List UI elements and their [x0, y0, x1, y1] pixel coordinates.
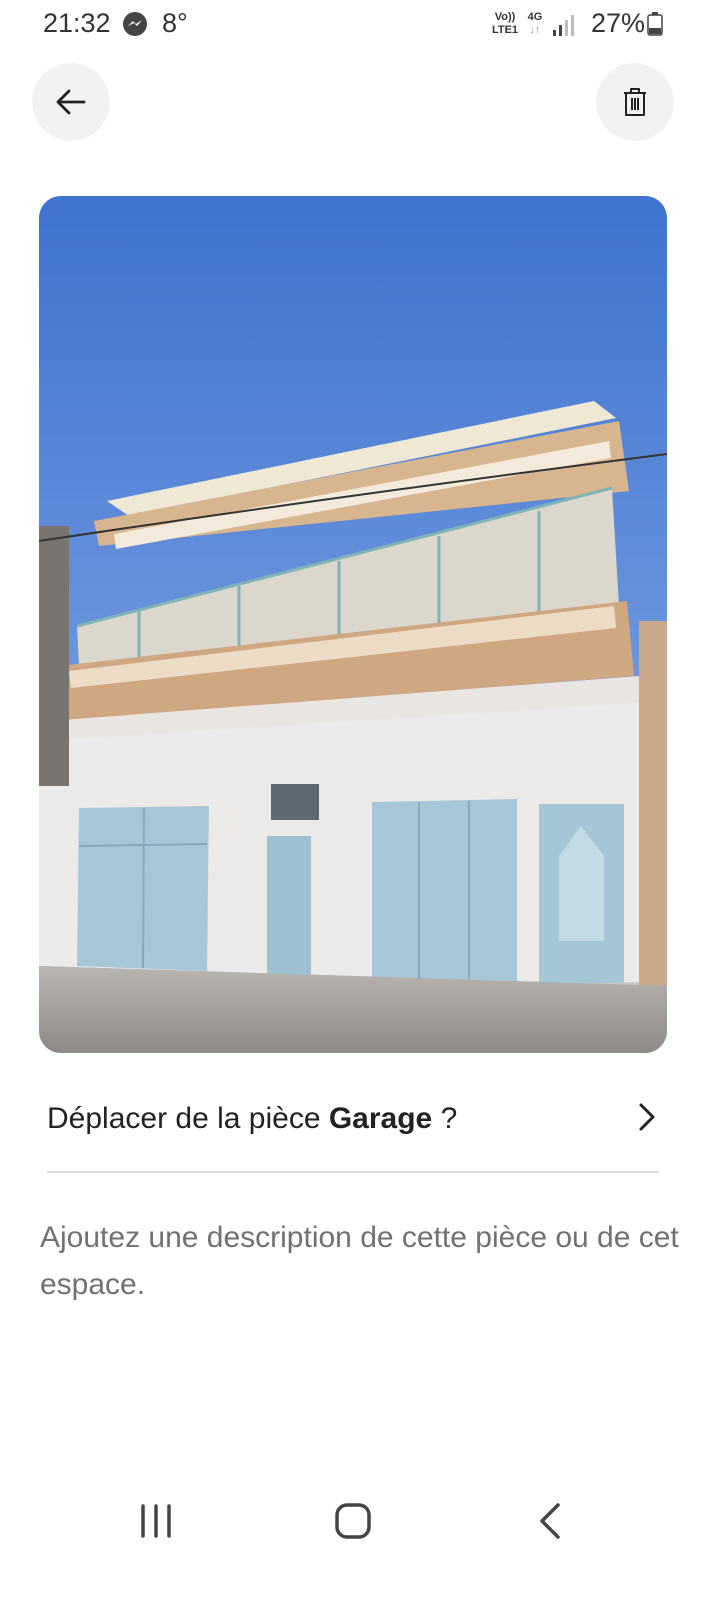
status-temperature: 8° [162, 8, 188, 38]
network-indicator: 4G ↓↑ [524, 11, 546, 37]
move-room-text: Déplacer de la pièce Garage ? [47, 1102, 457, 1136]
messenger-icon [123, 12, 147, 36]
status-bar: 21:32 8° Vo)) LTE1 4G ↓↑ 27% [0, 0, 720, 50]
building-photo [39, 196, 667, 1053]
back-button[interactable] [32, 63, 110, 141]
volte-bottom-label: LTE1 [491, 24, 519, 36]
signal-icon [553, 15, 574, 36]
description-input[interactable]: Ajoutez une description de cette pièce o… [40, 1214, 680, 1308]
battery-icon [647, 12, 663, 36]
home-icon[interactable] [335, 1502, 371, 1540]
trash-icon [624, 88, 646, 116]
arrow-left-icon [56, 89, 86, 115]
move-room-prefix: Déplacer de la pièce [47, 1102, 329, 1135]
volte-top-label: Vo)) [494, 11, 516, 23]
network-label: 4G [527, 11, 543, 23]
volte-indicator: Vo)) LTE1 [490, 11, 520, 37]
room-name: Garage [328, 1102, 433, 1135]
chevron-right-icon [639, 1103, 655, 1131]
status-time: 21:32 [43, 8, 111, 38]
delete-button[interactable] [596, 63, 674, 141]
move-room-row[interactable]: Déplacer de la pièce Garage ? [47, 1092, 659, 1152]
divider [47, 1171, 659, 1173]
back-icon[interactable] [538, 1502, 562, 1540]
move-room-suffix: ? [432, 1102, 458, 1135]
network-arrows: ↓↑ [529, 24, 541, 36]
recent-apps-icon[interactable] [139, 1503, 173, 1539]
room-photo[interactable] [39, 196, 667, 1053]
battery-percent: 27% [591, 8, 646, 38]
